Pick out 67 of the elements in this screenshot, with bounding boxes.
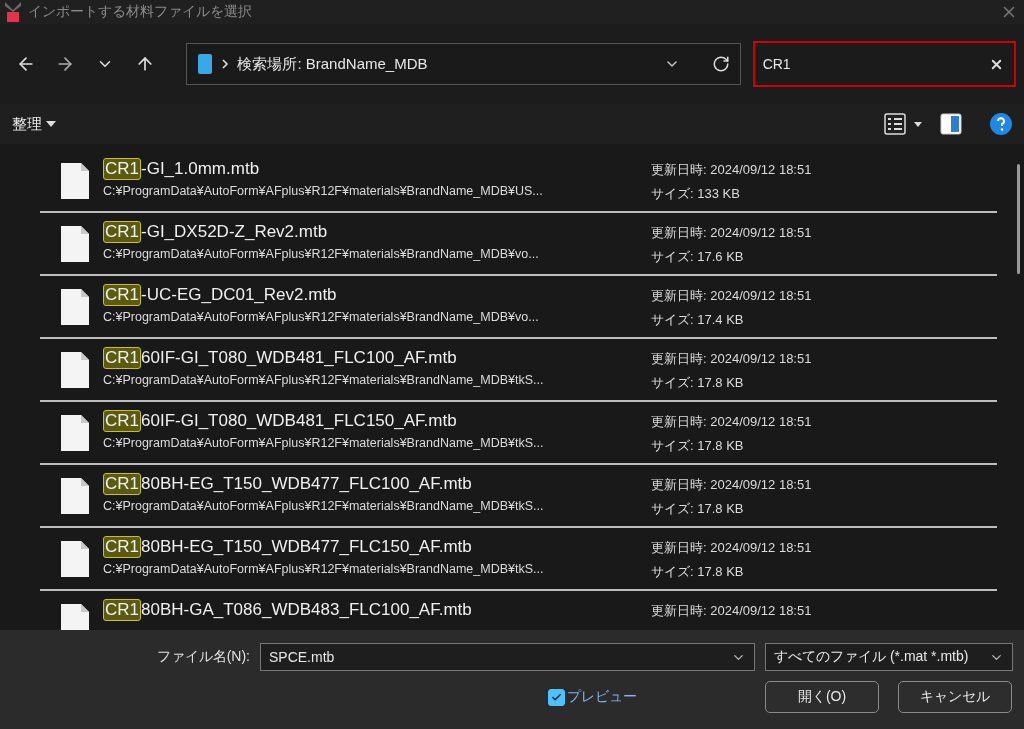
search-match-highlight: CR1 [103,599,141,621]
modified-date: 更新日時: 2024/09/12 18:51 [651,161,812,179]
scrollbar[interactable] [1017,164,1020,274]
folder-icon [197,53,214,75]
preview-checkbox[interactable]: プレビュー [548,681,637,713]
file-path: C:¥ProgramData¥AutoForm¥AFplus¥R12F¥materials¥BrandName_MDB¥vo... [103,310,540,324]
file-name[interactable]: 60IF-GI_T080_WDB481_FLC100_AF.mtb [141,348,457,368]
address-text: 検索場所: BrandName_MDB [237,54,429,74]
organize-menu[interactable]: 整理 [12,114,56,134]
preview-pane-icon[interactable] [940,113,962,135]
file-name[interactable]: 80BH-EG_T150_WDB477_FLC100_AF.mtb [141,474,472,494]
search-field[interactable]: CR1 [752,41,1016,87]
file-icon [60,477,90,515]
file-type-dropdown[interactable]: すべてのファイル (*.mat *.mtb) [765,643,1013,671]
file-size: サイズ: 17.8 KB [651,374,745,392]
check-icon [551,691,562,703]
modified-date: 更新日時: 2024/09/12 18:51 [651,476,812,494]
modified-date: 更新日時: 2024/09/12 18:51 [651,539,812,557]
file-icon [60,414,90,452]
caret-icon [46,121,56,127]
chevron-right-icon [221,59,230,69]
address-bar[interactable]: 検索場所: BrandName_MDB [186,43,741,85]
view-options-icon[interactable] [884,113,924,135]
file-icon [60,225,90,263]
file-size: サイズ: 17.8 KB [651,563,745,581]
search-match-highlight: CR1 [103,284,141,306]
file-path: C:¥ProgramData¥AutoForm¥AFplus¥R12F¥materials¥BrandName_MDB¥tkS... [103,499,545,513]
filename-label: ファイル名(N): [156,648,250,666]
modified-date: 更新日時: 2024/09/12 18:51 [651,413,812,431]
search-match-highlight: CR1 [103,221,141,243]
file-path: C:¥ProgramData¥AutoForm¥AFplus¥R12F¥materials¥BrandName_MDB¥tkS... [103,436,545,450]
file-size: サイズ: 17.6 KB [651,248,745,266]
help-icon[interactable] [990,113,1012,135]
search-match-highlight: CR1 [103,473,141,495]
modified-date: 更新日時: 2024/09/12 18:51 [651,287,812,305]
cancel-button[interactable]: キャンセル [898,681,1012,713]
modified-date: 更新日時: 2024/09/12 18:51 [651,350,812,368]
modified-date: 更新日時: 2024/09/12 18:51 [651,224,812,242]
file-path: C:¥ProgramData¥AutoForm¥AFplus¥R12F¥materials¥BrandName_MDB¥tkS... [103,373,545,387]
file-name[interactable]: -GI_DX52D-Z_Rev2.mtb [141,222,328,242]
search-match-highlight: CR1 [103,410,141,432]
file-name[interactable]: 80BH-GA_T086_WDB483_FLC100_AF.mtb [141,600,472,620]
filename-field[interactable]: SPCE.mtb [260,643,755,671]
file-path: C:¥ProgramData¥AutoForm¥AFplus¥R12F¥materials¥BrandName_MDB¥vo... [103,247,540,261]
file-name[interactable]: 80BH-EG_T150_WDB477_FLC150_AF.mtb [141,537,472,557]
search-match-highlight: CR1 [103,347,141,369]
file-path: C:¥ProgramData¥AutoForm¥AFplus¥R12F¥materials¥BrandName_MDB¥US... [103,184,544,198]
modified-date: 更新日時: 2024/09/12 18:51 [651,602,812,620]
file-icon [60,603,90,630]
file-icon [60,540,90,578]
file-size: サイズ: 133 KB [651,185,741,203]
window-title: インポートする材料ファイルを選択 [28,3,253,21]
file-size: サイズ: 17.8 KB [651,500,745,518]
app-logo-icon [4,2,22,22]
file-name[interactable]: 60IF-GI_T080_WDB481_FLC150_AF.mtb [141,411,457,431]
file-size: サイズ: 17.8 KB [651,437,745,455]
refresh-icon[interactable] [711,55,730,73]
file-icon [60,351,90,389]
file-path: C:¥ProgramData¥AutoForm¥AFplus¥R12F¥materials¥BrandName_MDB¥tkS... [103,562,545,576]
search-match-highlight: CR1 [103,536,141,558]
file-name[interactable]: -GI_1.0mm.mtb [141,159,260,179]
file-icon [60,162,90,200]
file-size: サイズ: 17.4 KB [651,311,745,329]
file-icon [60,288,90,326]
search-match-highlight: CR1 [103,158,141,180]
open-button[interactable]: 開く(O) [765,681,879,713]
file-name[interactable]: -UC-EG_DC01_Rev2.mtb [141,285,337,305]
